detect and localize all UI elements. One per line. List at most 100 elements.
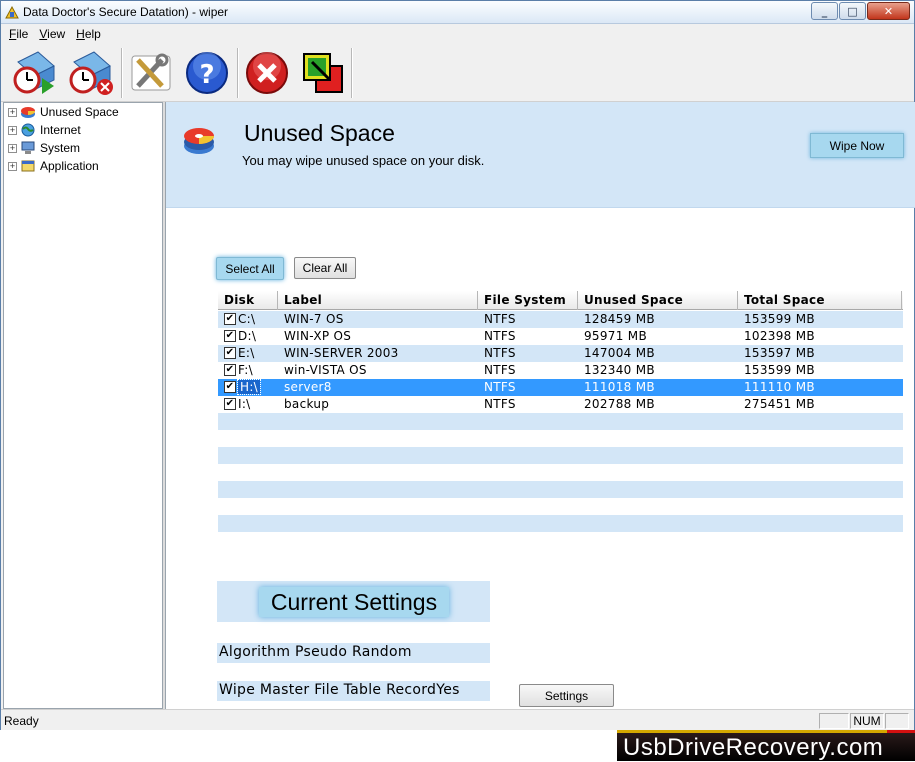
cell-disk: E:\ — [238, 346, 255, 360]
tree-item-label: Internet — [40, 123, 81, 137]
column-header-total-space[interactable]: Total Space — [738, 291, 902, 310]
column-header-file-system[interactable]: File System — [478, 291, 578, 310]
cell-total-space: 153597 MB — [744, 346, 815, 360]
cell-label: backup — [284, 397, 330, 411]
menu-view-rest: iew — [47, 27, 66, 41]
current-settings-title: Current Settings — [259, 587, 449, 617]
expand-icon[interactable]: + — [8, 125, 17, 135]
minimize-button[interactable]: _ — [811, 2, 838, 20]
schedule-stop-icon — [69, 51, 113, 95]
table-row[interactable]: ✔ D:\ WIN-XP OS NTFS 95971 MB 102398 MB — [218, 328, 903, 345]
cell-total-space: 102398 MB — [744, 329, 815, 343]
page-subtitle: You may wipe unused space on your disk. — [242, 153, 485, 168]
cell-total-space: 153599 MB — [744, 363, 815, 377]
toolbar-separator — [237, 48, 239, 98]
cell-file-system: NTFS — [484, 346, 516, 360]
schedule-start-button[interactable] — [11, 49, 59, 97]
resize-window-button[interactable] — [299, 49, 347, 97]
wipe-mft-setting: Wipe Master File Table RecordYes — [217, 681, 490, 701]
column-header-label[interactable]: Label — [278, 291, 478, 310]
exit-icon — [246, 52, 288, 94]
unused-space-icon — [184, 128, 214, 154]
application-icon — [21, 160, 35, 172]
cell-file-system: NTFS — [484, 363, 516, 377]
current-settings-header: Current Settings — [217, 581, 490, 622]
tree-item-application[interactable]: + Application — [8, 158, 99, 174]
toolbar-separator — [121, 48, 123, 98]
toolbar-separator — [351, 48, 353, 98]
empty-row — [218, 447, 903, 464]
cell-label: WIN-7 OS — [284, 312, 344, 326]
menu-view-accel: V — [39, 27, 48, 41]
tree-item-label: System — [40, 141, 81, 155]
banner-stripe-red — [887, 730, 915, 733]
cell-unused-space: 128459 MB — [584, 312, 655, 326]
row-checkbox[interactable]: ✔ — [224, 381, 236, 393]
table-row-selected[interactable]: ✔ H:\ server8 NTFS 111018 MB 111110 MB — [218, 379, 903, 396]
row-checkbox[interactable]: ✔ — [224, 347, 236, 359]
menu-help[interactable]: Help — [71, 24, 107, 44]
maximize-button[interactable]: □ — [839, 2, 866, 20]
cell-unused-space: 95971 MB — [584, 329, 647, 343]
status-pane-caps — [819, 713, 849, 729]
status-text: Ready — [4, 714, 39, 728]
select-all-button[interactable]: Select All — [216, 257, 284, 280]
watermark-text: UsbDriveRecovery.com — [623, 734, 884, 761]
cell-total-space: 153599 MB — [744, 312, 815, 326]
status-pane-scroll — [885, 713, 909, 729]
tree-item-internet[interactable]: + Internet — [8, 122, 81, 138]
wipe-now-button[interactable]: Wipe Now — [810, 133, 904, 158]
empty-row — [218, 481, 903, 498]
settings-tools-button[interactable] — [127, 49, 175, 97]
menu-bar: File View Help — [1, 24, 914, 44]
disk-list[interactable]: Disk Label File System Unused Space Tota… — [218, 291, 903, 536]
row-checkbox[interactable]: ✔ — [224, 313, 236, 325]
cell-file-system: NTFS — [484, 329, 516, 343]
disk-icon — [21, 107, 35, 118]
table-row[interactable]: ✔ F:\ win-VISTA OS NTFS 132340 MB 153599… — [218, 362, 903, 379]
page-title: Unused Space — [244, 120, 395, 146]
algorithm-setting: Algorithm Pseudo Random — [217, 643, 490, 663]
table-row[interactable]: ✔ I:\ backup NTFS 202788 MB 275451 MB — [218, 396, 903, 413]
empty-row — [218, 413, 903, 430]
watermark-banner: UsbDriveRecovery.com — [617, 730, 915, 761]
schedule-stop-button[interactable] — [67, 49, 115, 97]
menu-view[interactable]: View — [34, 24, 71, 44]
schedule-start-icon — [13, 51, 55, 94]
help-button[interactable]: ? — [183, 49, 231, 97]
cell-label: server8 — [284, 380, 332, 394]
expand-icon[interactable]: + — [8, 161, 17, 171]
expand-icon[interactable]: + — [8, 107, 17, 117]
resize-window-icon — [303, 53, 343, 93]
tree-item-unused-space[interactable]: + Unused Space — [8, 104, 119, 120]
wipe-mft-text: Wipe Master File Table RecordYes — [219, 682, 460, 698]
table-row[interactable]: ✔ C:\ WIN-7 OS NTFS 128459 MB 153599 MB — [218, 311, 903, 328]
app-window: Data Doctor's Secure Datation) - wiper _… — [0, 0, 915, 730]
window-controls: _ □ ✕ — [810, 2, 910, 20]
title-bar[interactable]: Data Doctor's Secure Datation) - wiper _… — [1, 1, 914, 24]
menu-file[interactable]: File — [4, 24, 34, 44]
settings-button[interactable]: Settings — [519, 684, 614, 707]
cell-total-space: 111110 MB — [744, 380, 815, 394]
tree-item-system[interactable]: + System — [8, 140, 80, 156]
close-button[interactable]: ✕ — [867, 2, 910, 20]
exit-button[interactable] — [243, 49, 291, 97]
row-checkbox[interactable]: ✔ — [224, 330, 236, 342]
column-header-unused-space[interactable]: Unused Space — [578, 291, 738, 310]
cell-unused-space: 147004 MB — [584, 346, 655, 360]
table-row[interactable]: ✔ E:\ WIN-SERVER 2003 NTFS 147004 MB 153… — [218, 345, 903, 362]
column-header-disk[interactable]: Disk — [218, 291, 278, 310]
settings-tools-icon — [131, 53, 171, 91]
cell-disk: I:\ — [238, 397, 251, 411]
tree-item-label: Unused Space — [40, 105, 119, 119]
expand-icon[interactable]: + — [8, 143, 17, 153]
row-checkbox[interactable]: ✔ — [224, 398, 236, 410]
row-checkbox[interactable]: ✔ — [224, 364, 236, 376]
cell-total-space: 275451 MB — [744, 397, 815, 411]
clear-all-button[interactable]: Clear All — [294, 257, 356, 279]
banner-stripe — [617, 730, 915, 733]
cell-unused-space: 132340 MB — [584, 363, 655, 377]
cell-file-system: NTFS — [484, 380, 516, 394]
help-icon: ? — [186, 52, 228, 94]
disk-list-header: Disk Label File System Unused Space Tota… — [218, 291, 903, 310]
